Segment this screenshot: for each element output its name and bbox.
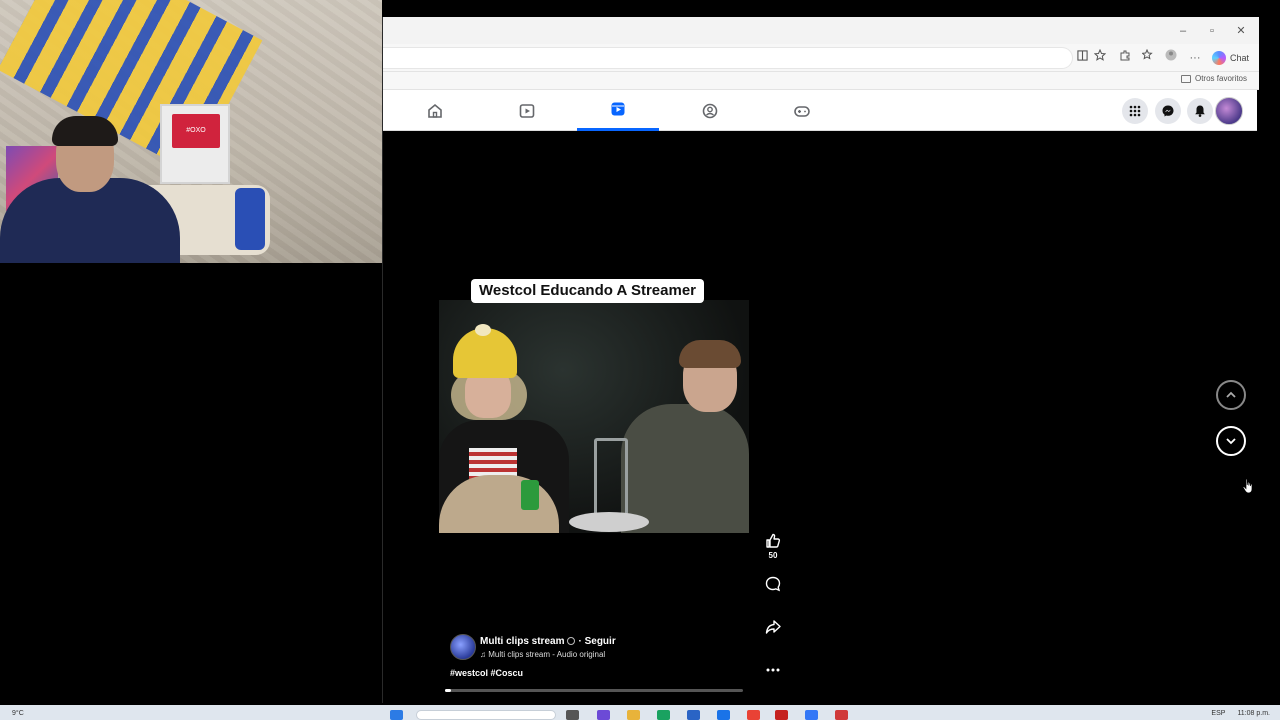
reel-video[interactable] — [439, 300, 749, 533]
copilot-icon — [1211, 51, 1226, 65]
file-explorer-icon[interactable] — [627, 710, 640, 720]
share-button[interactable] — [758, 618, 788, 636]
webcam-couch-stripe — [235, 188, 265, 250]
screen: – ▫ ✕ ··· Chat Otros favoritos #OXO West… — [0, 0, 1280, 720]
author-avatar[interactable] — [450, 634, 476, 660]
video-can — [521, 480, 539, 510]
reel-progress-fill — [445, 689, 451, 692]
more-dots-icon — [766, 668, 780, 672]
reel-progress-bar[interactable] — [445, 689, 743, 692]
video-plate — [569, 512, 649, 532]
audio-line[interactable]: ♫ Multi clips stream - Audio original — [480, 650, 605, 659]
bell-icon — [1195, 105, 1205, 117]
app-icon-recording[interactable] — [835, 710, 848, 720]
language-indicator[interactable]: ESP — [1211, 710, 1225, 717]
system-tray: ESP 11:08 p.m. — [1211, 710, 1270, 717]
folder-icon — [1180, 74, 1191, 83]
maximize-button[interactable]: ▫ — [1202, 21, 1222, 41]
tab-watch[interactable] — [486, 90, 568, 131]
reader-view-icon[interactable] — [1073, 49, 1091, 67]
reels-icon — [611, 102, 625, 116]
gaming-icon — [794, 105, 810, 117]
account-avatar[interactable] — [1215, 97, 1243, 125]
favorites-icon[interactable] — [1139, 48, 1157, 67]
home-icon — [428, 103, 442, 118]
weather-widget[interactable]: 9°C — [12, 710, 24, 717]
comment-icon — [765, 576, 781, 592]
hashtags[interactable]: #westcol #Coscu — [450, 668, 523, 678]
tab-reels[interactable] — [577, 90, 659, 131]
close-button[interactable]: ✕ — [1231, 21, 1251, 41]
windows-taskbar: 9°C ESP 11:08 p.m. — [0, 705, 1280, 720]
groups-icon — [702, 103, 718, 118]
address-bar-row: ··· Chat — [383, 44, 1259, 72]
music-note-icon: ♫ — [480, 650, 486, 659]
follow-button[interactable]: Seguir — [585, 636, 616, 647]
hand-cursor-icon — [1242, 478, 1253, 494]
app-icon-blue[interactable] — [805, 710, 818, 720]
tab-gaming[interactable] — [761, 90, 843, 131]
messenger-icon — [1162, 105, 1174, 117]
previous-reel-button[interactable] — [1216, 380, 1246, 410]
video-chair — [594, 438, 628, 518]
address-field[interactable] — [383, 47, 1073, 69]
more-options-button[interactable] — [758, 661, 788, 679]
menu-grid-button[interactable] — [1122, 98, 1148, 124]
author-name[interactable]: Multi clips stream — [480, 636, 564, 647]
tab-groups[interactable] — [669, 90, 751, 131]
like-count: 50 — [768, 551, 778, 560]
streamer-hair — [52, 116, 118, 146]
other-favorites-button[interactable]: Otros favoritos — [1180, 74, 1247, 83]
video-person-right-hair — [679, 340, 741, 368]
share-icon — [765, 620, 781, 634]
chat-label: Chat — [1229, 53, 1249, 63]
verified-icon — [567, 637, 576, 646]
teams-icon[interactable] — [597, 710, 610, 720]
minimize-button[interactable]: – — [1173, 21, 1193, 41]
extensions-icon[interactable] — [1116, 49, 1134, 67]
favorites-bar: Otros favoritos — [383, 72, 1259, 90]
video-beanie-pom — [475, 324, 491, 336]
chevron-down-icon — [1226, 438, 1236, 445]
separator: · — [578, 636, 582, 647]
author-line: Multi clips stream · Seguir — [480, 636, 616, 647]
messenger-button[interactable] — [1155, 98, 1181, 124]
webcam-streamer — [0, 116, 180, 263]
video-person-right-body — [621, 404, 749, 533]
video-icon — [519, 103, 535, 118]
title-bar: – ▫ ✕ — [383, 17, 1259, 44]
other-favorites-label: Otros favoritos — [1194, 74, 1247, 83]
gmail-icon[interactable] — [775, 710, 788, 720]
edge-icon[interactable] — [657, 710, 670, 720]
star-favorite-icon[interactable] — [1091, 48, 1109, 67]
more-menu-icon[interactable]: ··· — [1186, 49, 1204, 67]
store-icon[interactable] — [687, 710, 700, 720]
notifications-button[interactable] — [1187, 98, 1213, 124]
clock[interactable]: 11:08 p.m. — [1237, 710, 1270, 717]
app-icon-red[interactable] — [747, 710, 760, 720]
comment-button[interactable] — [758, 575, 788, 593]
chevron-up-icon — [1226, 391, 1236, 398]
thumbs-up-icon — [766, 533, 781, 548]
windows-start-icon[interactable] — [390, 710, 403, 720]
chrome-icon[interactable] — [717, 710, 730, 720]
reel-title: Westcol Educando A Streamer — [471, 279, 705, 303]
next-reel-button[interactable] — [1216, 426, 1246, 456]
tab-home[interactable] — [394, 90, 476, 131]
like-button[interactable]: 50 — [758, 532, 788, 560]
profile-icon[interactable] — [1162, 49, 1180, 67]
task-view-icon[interactable] — [566, 710, 579, 720]
copilot-chat-button[interactable]: Chat — [1211, 48, 1249, 68]
taskbar-search[interactable] — [416, 710, 556, 720]
webcam-overlay: #OXO — [0, 0, 382, 263]
audio-label: Multi clips stream - Audio original — [488, 650, 606, 659]
grid-icon — [1129, 105, 1141, 117]
facebook-top-nav — [383, 90, 1257, 131]
